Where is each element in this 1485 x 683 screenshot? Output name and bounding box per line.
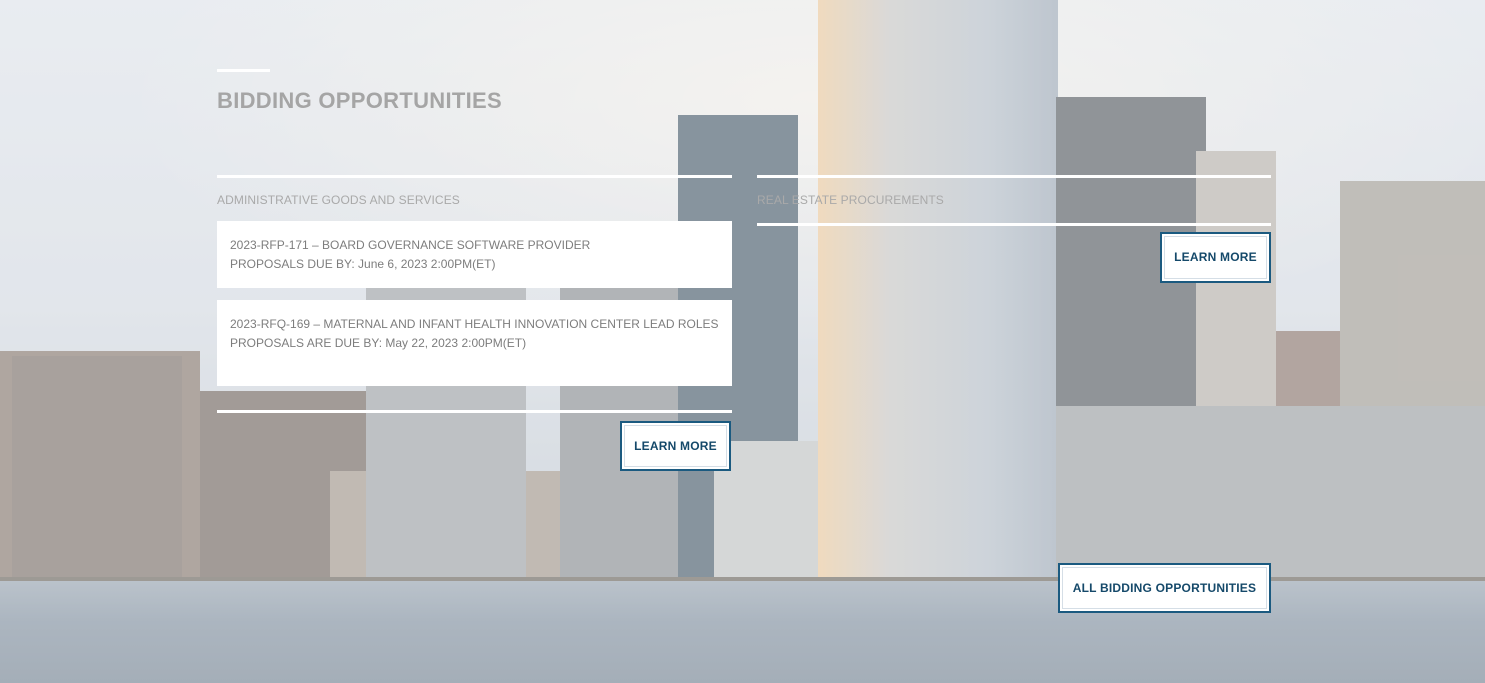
hero-section: BIDDING OPPORTUNITIES ADMINISTRATIVE GOO… bbox=[0, 0, 1485, 683]
admin-bottom-divider bbox=[217, 410, 732, 413]
admin-learn-more-button[interactable]: LEARN MORE bbox=[620, 421, 731, 471]
title-accent-bar bbox=[217, 69, 270, 72]
real-estate-learn-more-button[interactable]: LEARN MORE bbox=[1160, 232, 1271, 283]
bid-card[interactable]: 2023-RFQ-169 – MATERNAL AND INFANT HEALT… bbox=[217, 300, 732, 386]
all-bidding-opportunities-button[interactable]: ALL BIDDING OPPORTUNITIES bbox=[1058, 563, 1271, 613]
real-estate-column-heading: REAL ESTATE PROCUREMENTS bbox=[757, 193, 944, 207]
bid-due-date: PROPOSALS ARE DUE BY: May 22, 2023 2:00P… bbox=[230, 336, 527, 350]
admin-column-heading: ADMINISTRATIVE GOODS AND SERVICES bbox=[217, 193, 460, 207]
bid-title[interactable]: 2023-RFP-171 – BOARD GOVERNANCE SOFTWARE… bbox=[230, 236, 719, 255]
bid-title[interactable]: 2023-RFQ-169 – MATERNAL AND INFANT HEALT… bbox=[230, 315, 719, 334]
real-estate-bottom-divider bbox=[757, 223, 1271, 226]
admin-top-divider bbox=[217, 175, 732, 178]
bidding-content: BIDDING OPPORTUNITIES ADMINISTRATIVE GOO… bbox=[0, 0, 1485, 683]
bid-due-date: PROPOSALS DUE BY: June 6, 2023 2:00PM(ET… bbox=[230, 257, 496, 271]
section-title: BIDDING OPPORTUNITIES bbox=[217, 88, 502, 113]
real-estate-top-divider bbox=[757, 175, 1271, 178]
bid-card[interactable]: 2023-RFP-171 – BOARD GOVERNANCE SOFTWARE… bbox=[217, 221, 732, 288]
